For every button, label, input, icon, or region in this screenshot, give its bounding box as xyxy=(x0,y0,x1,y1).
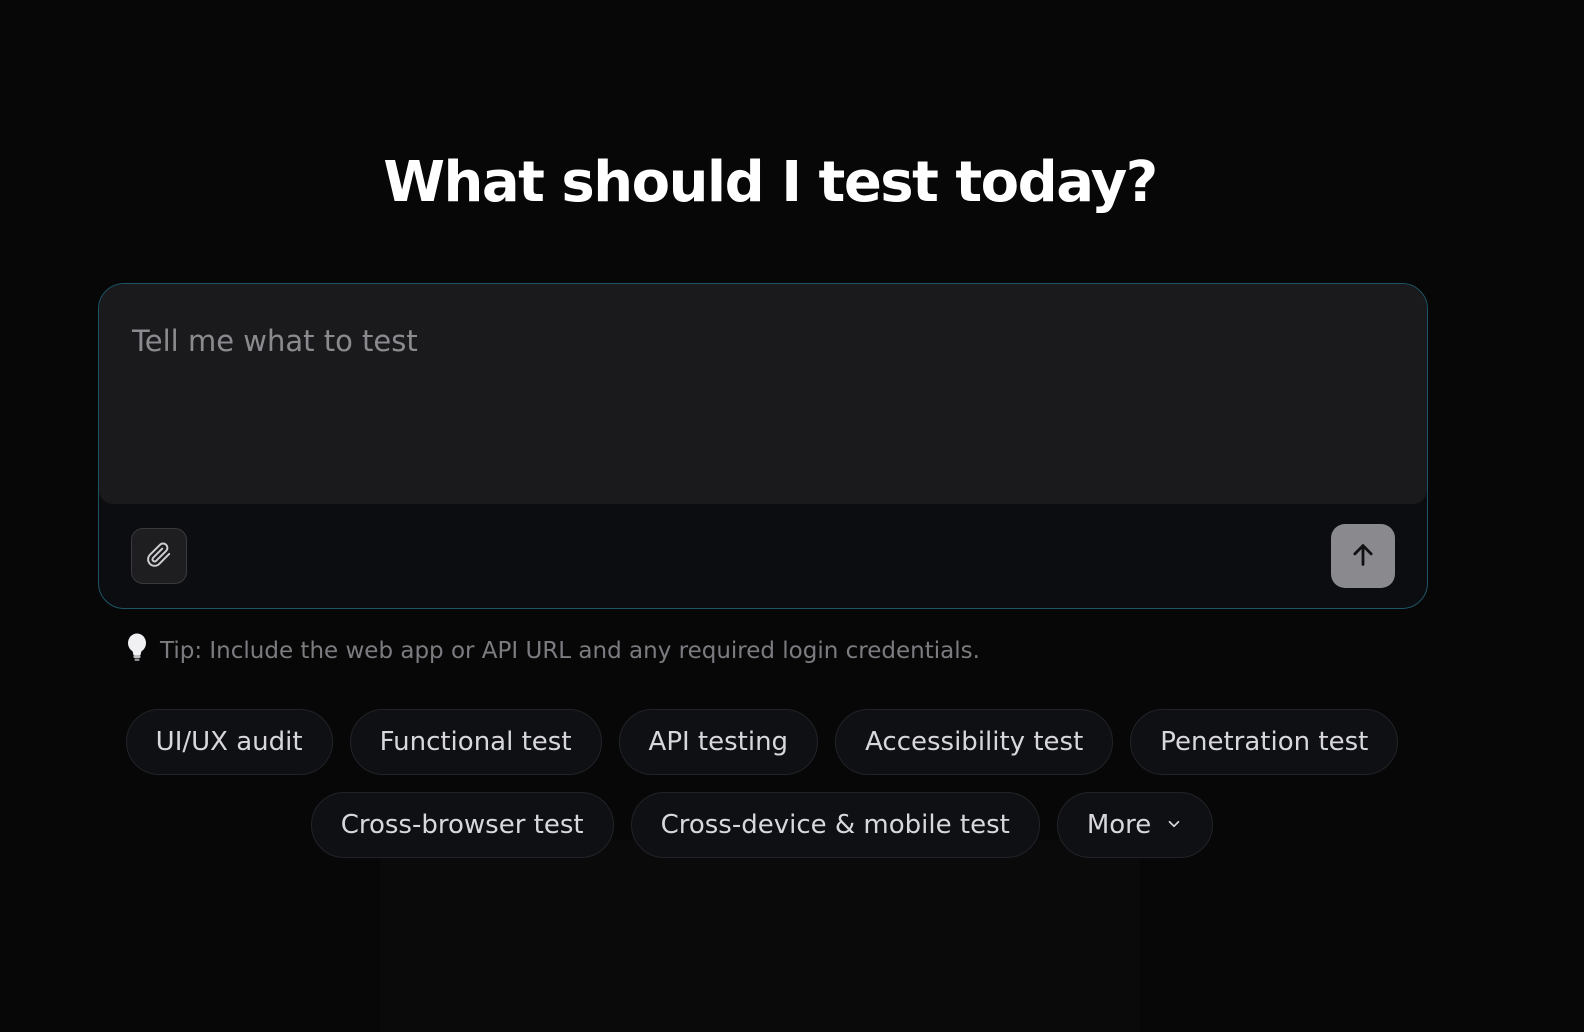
chip-ui-ux-audit[interactable]: UI/UX audit xyxy=(125,709,333,775)
send-button[interactable] xyxy=(1331,524,1395,588)
chip-cross-browser-test[interactable]: Cross-browser test xyxy=(310,792,614,858)
suggestion-row: UI/UX audit Functional test API testing … xyxy=(0,709,1524,775)
tip: Tip: Include the web app or API URL and … xyxy=(126,633,980,669)
chip-api-testing[interactable]: API testing xyxy=(618,709,819,775)
lightbulb-icon xyxy=(126,633,148,669)
prompt-input[interactable] xyxy=(99,284,1427,504)
background-panel xyxy=(380,840,1140,1032)
prompt-box xyxy=(98,283,1428,609)
chevron-down-icon xyxy=(1165,810,1183,840)
tip-text: Tip: Include the web app or API URL and … xyxy=(160,638,980,664)
suggestion-row: Cross-browser test Cross-device & mobile… xyxy=(0,792,1524,858)
page-title: What should I test today? xyxy=(383,150,1158,215)
chip-penetration-test[interactable]: Penetration test xyxy=(1130,709,1399,775)
more-label: More xyxy=(1086,810,1152,840)
arrow-up-icon xyxy=(1349,541,1377,572)
chip-accessibility-test[interactable]: Accessibility test xyxy=(835,709,1114,775)
chip-cross-device-mobile-test[interactable]: Cross-device & mobile test xyxy=(630,792,1040,858)
more-button[interactable]: More xyxy=(1056,792,1214,858)
attach-button[interactable] xyxy=(131,528,187,584)
paperclip-icon xyxy=(146,542,172,571)
chip-functional-test[interactable]: Functional test xyxy=(349,709,602,775)
page: What should I test today? Tell me what t… xyxy=(0,0,1584,1032)
